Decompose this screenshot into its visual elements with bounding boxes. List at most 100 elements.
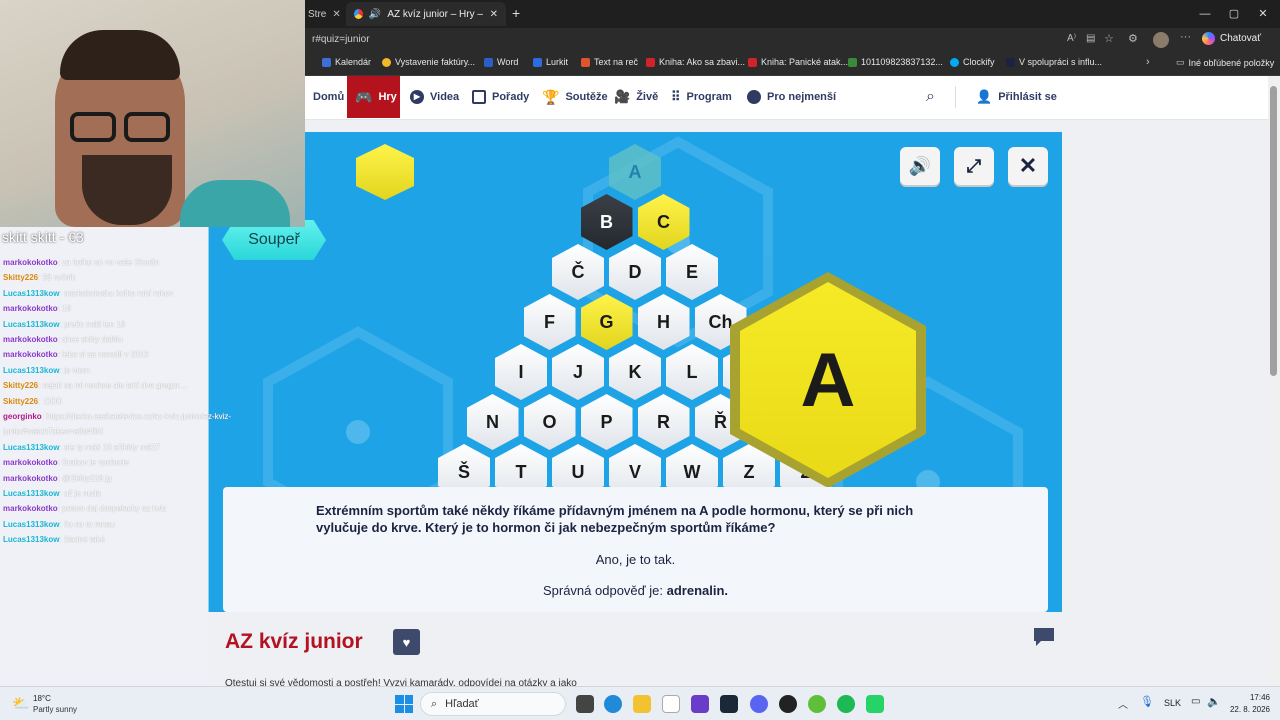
fullscreen-icon: ⤢ xyxy=(966,155,982,176)
tab-az-kviz[interactable]: 🔊 AZ kvíz junior – Hry – Déčko – ✕ xyxy=(346,2,506,26)
microphone-icon[interactable]: 🎙 xyxy=(1140,695,1154,708)
nav-item-zive[interactable]: 🎥 Živě xyxy=(606,76,666,118)
fav-item-number[interactable]: 101109823837132... xyxy=(848,57,943,67)
lurkit-icon xyxy=(533,57,542,67)
streamer-hair xyxy=(60,30,180,80)
streamer-beard xyxy=(82,155,172,225)
correct-answer-value: adrenalin. xyxy=(666,583,729,598)
tab-label: AZ kvíz junior – Hry – Déčko – xyxy=(387,8,483,20)
coin-icon xyxy=(382,57,391,67)
scrollbar-thumb[interactable] xyxy=(1270,86,1277,376)
sound-button[interactable]: 🔊 xyxy=(900,147,940,185)
chat-text: Srabov je vpohode xyxy=(62,458,129,468)
file-explorer-icon[interactable] xyxy=(633,695,651,713)
reader-icon[interactable]: ▤ xyxy=(1086,33,1095,44)
fav-item-faktura[interactable]: Vystavenie faktúry... xyxy=(382,57,475,67)
chat-username: markokokotko xyxy=(3,350,58,360)
task-view-icon[interactable] xyxy=(576,695,594,713)
network-icon[interactable]: ▭ xyxy=(1191,696,1200,707)
fav-item-clockify[interactable]: Clockify xyxy=(950,57,995,67)
url-input[interactable]: r#quiz=junior xyxy=(312,34,370,45)
nav-item-program[interactable]: ⠿ Program xyxy=(663,76,740,118)
chat-text: už je nuda xyxy=(63,489,101,498)
app-icon[interactable] xyxy=(691,695,709,713)
discord-icon[interactable] xyxy=(750,695,768,713)
fav-item-kalendar[interactable]: Kalendár xyxy=(322,57,371,67)
maximize-icon[interactable]: ▢ xyxy=(1224,4,1244,24)
chat-username: Lucas1313kow xyxy=(3,442,60,452)
language-indicator[interactable]: SLK xyxy=(1164,698,1181,708)
nav-item-souteze[interactable]: 🏆 Soutěže xyxy=(534,76,616,118)
xbox-icon[interactable] xyxy=(808,695,826,713)
fav-item-word[interactable]: Word xyxy=(484,57,518,67)
tab-stream[interactable]: Stre ✕ xyxy=(300,2,344,26)
weather-desc: Partly sunny xyxy=(33,705,78,714)
user-icon: 👤 xyxy=(976,89,993,104)
more-icon[interactable]: ··· xyxy=(1180,31,1191,43)
extensions-icon[interactable]: ⚙ xyxy=(1128,32,1138,45)
folder-icon: ▭ xyxy=(1176,57,1185,67)
chat-message: Lucas1313kow: markokokotko koľko robí ro… xyxy=(3,288,173,298)
favorite-button[interactable]: ♥ xyxy=(393,629,420,655)
copilot-button[interactable]: Chatovať xyxy=(1202,32,1261,45)
obs-icon[interactable] xyxy=(779,695,797,713)
new-tab-icon[interactable]: + xyxy=(512,5,520,21)
chat-username: markokokotko xyxy=(3,473,58,483)
close-window-icon[interactable]: ✕ xyxy=(1253,4,1273,24)
chevron-up-icon[interactable]: ︿ xyxy=(1118,696,1128,711)
whatsapp-icon[interactable] xyxy=(866,695,884,713)
chat-text: čo no to mnau xyxy=(63,519,115,529)
minimize-icon[interactable]: — xyxy=(1195,4,1215,24)
chat-text: žiadné také xyxy=(63,535,105,545)
nav-label: Videa xyxy=(430,91,460,103)
login-button[interactable]: 👤 Přihlásit se xyxy=(968,76,1065,118)
close-game-button[interactable]: ✕ xyxy=(1008,147,1048,185)
profile-avatar[interactable] xyxy=(1153,32,1169,48)
steam-icon[interactable] xyxy=(720,695,738,713)
chevron-right-icon[interactable]: › xyxy=(1146,56,1150,68)
speaker-icon: 🔊 xyxy=(908,155,932,176)
search-icon[interactable]: ⌕ xyxy=(926,88,935,106)
chat-username: Lucas1313kow xyxy=(3,365,60,375)
fullscreen-button[interactable]: ⤢ xyxy=(954,147,994,185)
fav-item-spolupraca[interactable]: V spolupráci s influ... xyxy=(1006,57,1102,67)
fav-item-lurkit[interactable]: Lurkit xyxy=(533,57,568,67)
weather-icon[interactable]: ⛅ xyxy=(12,695,29,712)
nav-item-hry[interactable]: 🎮 Hry xyxy=(347,76,400,118)
taskbar-search[interactable]: ⌕ Hľadať xyxy=(420,692,566,716)
fav-item-text-na-rec[interactable]: Text na reč xyxy=(581,57,638,67)
edge-icon[interactable] xyxy=(604,695,622,713)
correct-answer: Správná odpověď je: adrenalin. xyxy=(223,583,1048,598)
nav-item-domu[interactable]: Domů xyxy=(305,76,352,118)
fav-label: Clockify xyxy=(963,57,995,67)
nav-item-pro-nejmensi[interactable]: Pro nejmenší xyxy=(739,76,844,118)
fav-item-kniha-2[interactable]: Kniha: Panické atak... xyxy=(748,57,848,67)
chat-text: 18 xyxy=(62,304,72,314)
volume-icon[interactable]: 🔈 xyxy=(1207,695,1221,708)
nav-label: Soutěže xyxy=(565,91,608,103)
clock-time[interactable]: 17:46 xyxy=(1222,693,1270,702)
other-favorites[interactable]: ▭ Iné obľúbené položky xyxy=(1176,57,1274,68)
spotify-icon[interactable] xyxy=(837,695,855,713)
start-icon[interactable] xyxy=(395,695,413,713)
nav-item-videa[interactable]: ▶ Videa xyxy=(402,76,467,118)
chat-text: markokokotko koľko robí rokov xyxy=(63,288,173,298)
chat-message: markokokotko: lebo si sa narodil v 2013 xyxy=(3,350,149,360)
chat-text: lebo si sa narodil v 2013 xyxy=(62,350,149,360)
close-icon[interactable]: ✕ xyxy=(490,9,498,20)
notepad-icon[interactable] xyxy=(662,695,680,713)
chat-text: chce skitty dalšiu xyxy=(62,335,123,344)
speaker-icon[interactable]: 🔊 xyxy=(369,9,381,20)
chat-message: markokokotko: potom daj dospelacky az kv… xyxy=(3,504,167,514)
fav-item-kniha-1[interactable]: Kniha: Ako sa zbavi... xyxy=(646,57,745,67)
clock-date[interactable]: 22. 8. 2026 xyxy=(1222,705,1270,714)
nav-item-porady[interactable]: Pořady xyxy=(464,76,537,118)
chat-username: markokokotko xyxy=(3,458,58,468)
favorite-star-icon[interactable]: ☆ xyxy=(1104,32,1114,45)
close-icon[interactable]: ✕ xyxy=(332,9,340,20)
scrollbar[interactable] xyxy=(1268,76,1280,686)
read-aloud-icon[interactable]: A⁾ xyxy=(1067,33,1076,44)
comment-icon[interactable] xyxy=(1033,627,1055,647)
fav-label: Word xyxy=(497,57,519,67)
clockify-icon xyxy=(950,57,959,67)
